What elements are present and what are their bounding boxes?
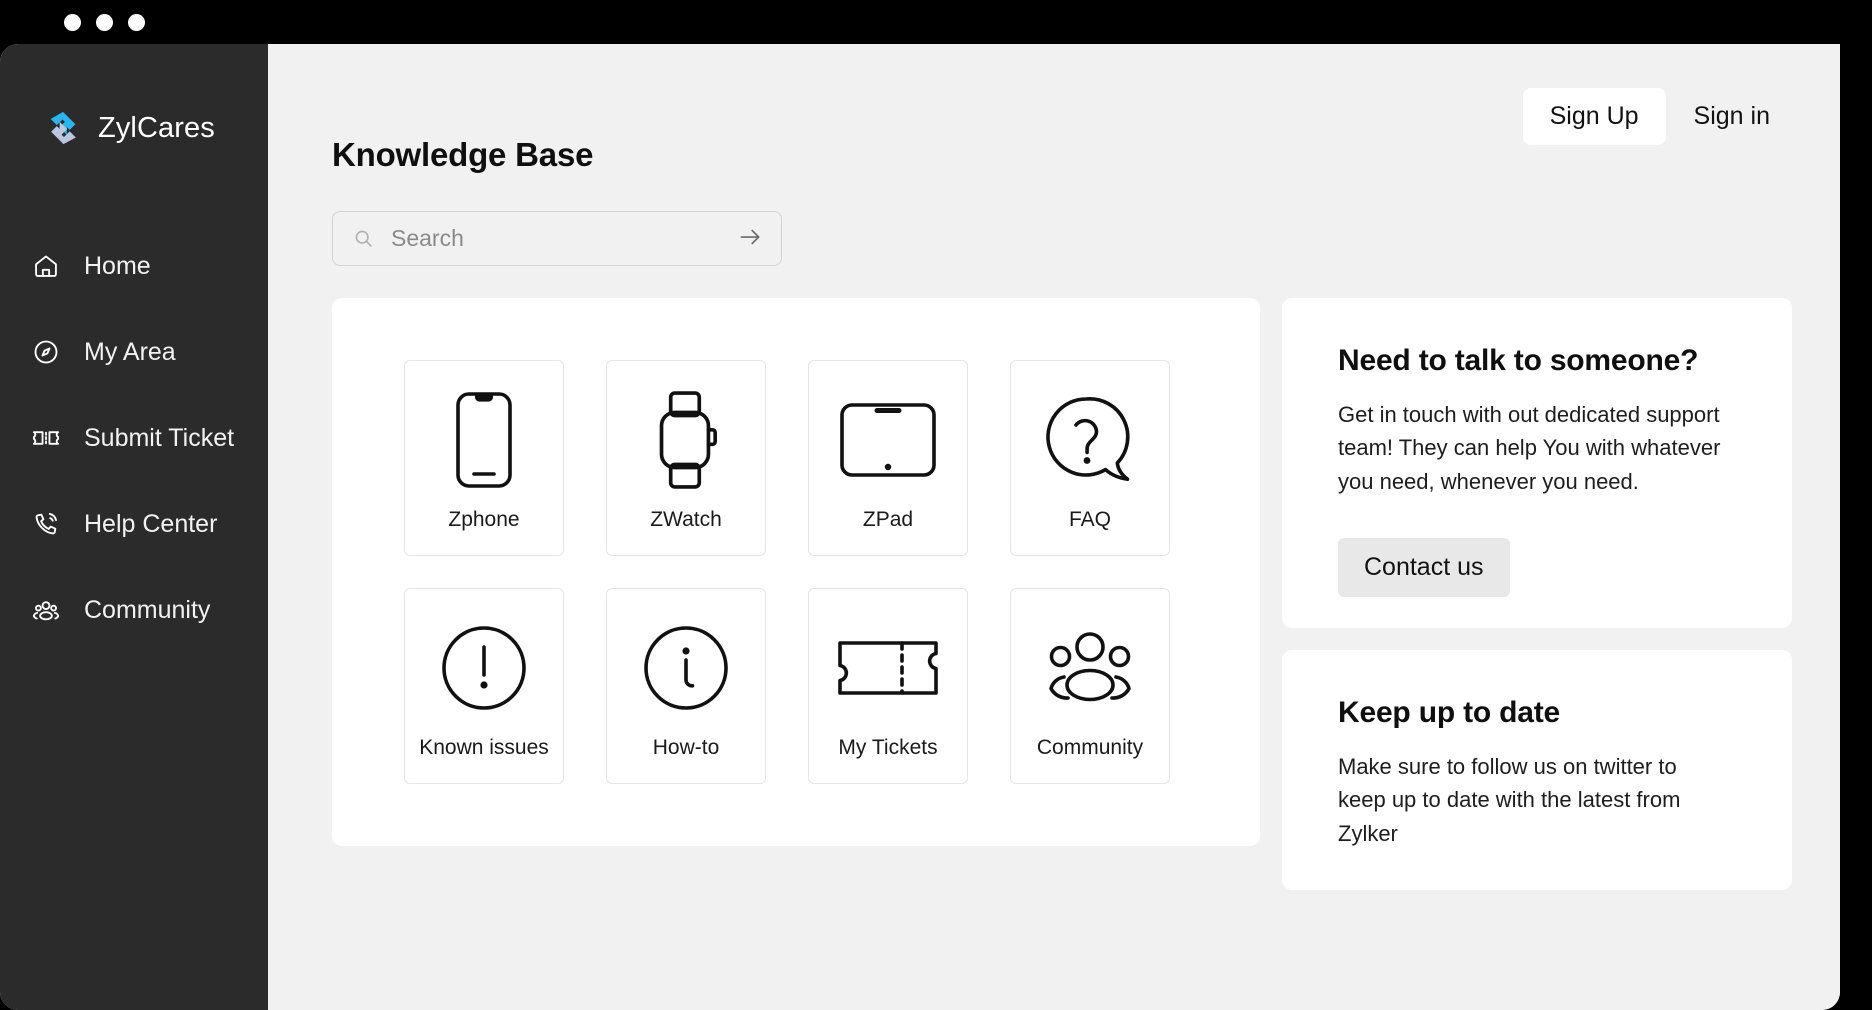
minimize-window-button[interactable] [96,13,113,31]
sidebar-nav: Home My Area Submit Ticket Help Center C… [0,242,268,672]
ticket-icon [30,422,62,454]
category-tile-label: How-to [652,736,720,759]
category-tile-label: ZWatch [650,508,722,531]
compass-icon [30,336,62,368]
category-tile-zwatch[interactable]: ZWatch [606,360,766,556]
question-bubble-icon [1042,384,1138,496]
phone-device-icon [449,384,519,496]
sidebar-item-community[interactable]: Community [0,586,268,634]
tablet-icon [838,384,938,496]
category-tile-how-to[interactable]: How-to [606,588,766,784]
sidebar-item-my-area[interactable]: My Area [0,328,268,376]
sidebar-item-label: Community [84,595,211,624]
magnifier-icon [353,228,374,249]
category-tile-label: My Tickets [838,736,938,759]
home-icon [30,250,62,282]
smartwatch-icon [649,384,723,496]
brand[interactable]: ZylCares [0,44,268,164]
category-tile-known-issues[interactable]: Known issues [404,588,564,784]
people-icon [30,594,62,626]
app-window: ZylCares Home My Area Submit Ticket Help… [0,44,1840,1010]
category-tile-label: Known issues [419,736,549,759]
maximize-window-button[interactable] [128,13,145,31]
category-tile-community[interactable]: Community [1010,588,1170,784]
contact-card-title: Need to talk to someone? [1338,344,1699,377]
contact-us-button[interactable]: Contact us [1338,538,1510,598]
sidebar: ZylCares Home My Area Submit Ticket Help… [0,44,268,1010]
contact-card-body: Get in touch with out dedicated support … [1338,402,1721,494]
phone-call-icon [30,508,62,540]
people-group-icon [1038,612,1142,724]
search-submit-button[interactable] [737,224,763,253]
brand-name: ZylCares [98,111,215,144]
categories-panel: Zphone ZWatch ZPad FAQ Known issues How-… [332,298,1260,846]
sidebar-item-home[interactable]: Home [0,242,268,290]
sign-in-link[interactable]: Sign in [1672,88,1792,145]
category-tile-faq[interactable]: FAQ [1010,360,1170,556]
category-tile-label: FAQ [1068,508,1111,531]
app-frame: ZylCares Home My Area Submit Ticket Help… [0,0,1872,1010]
category-tile-label: Zphone [448,508,520,531]
sidebar-item-help-center[interactable]: Help Center [0,500,268,548]
content-row: Zphone ZWatch ZPad FAQ Known issues How-… [332,298,1792,890]
main-content: Sign Up Sign in Knowledge Base Search Zp… [268,44,1840,1010]
category-tile-my-tickets[interactable]: My Tickets [808,588,968,784]
category-tile-zpad[interactable]: ZPad [808,360,968,556]
page-title: Knowledge Base [332,136,594,173]
top-auth-bar: Sign Up Sign in [1522,88,1792,145]
sidebar-item-label: Home [84,251,151,280]
sidebar-item-label: My Area [84,337,176,366]
category-tile-zphone[interactable]: Zphone [404,360,564,556]
contact-card: Need to talk to someone? Get in touch wi… [1282,298,1792,628]
category-tile-grid: Zphone ZWatch ZPad FAQ Known issues How-… [404,360,1190,784]
search-bar[interactable] [332,211,782,266]
right-column: Need to talk to someone? Get in touch wi… [1282,298,1792,890]
close-window-button[interactable] [64,13,81,31]
info-circle-icon [640,612,732,724]
twitter-card-title: Keep up to date [1338,696,1561,729]
exclamation-circle-icon [438,612,530,724]
zylcares-logo-icon [44,109,82,147]
window-titlebar [40,0,1800,44]
search-input[interactable] [374,225,737,252]
category-tile-label: Community [1036,736,1144,759]
sidebar-item-label: Help Center [84,509,218,538]
twitter-card-body: Make sure to follow us on twitter to kee… [1338,754,1681,846]
sidebar-item-submit-ticket[interactable]: Submit Ticket [0,414,268,462]
keep-up-to-date-card: Keep up to date Make sure to follow us o… [1282,650,1792,890]
sign-up-button[interactable]: Sign Up [1522,88,1666,145]
category-tile-label: ZPad [862,508,914,531]
arrow-right-icon [737,224,763,253]
sidebar-item-label: Submit Ticket [84,423,235,452]
ticket-stub-icon [836,612,940,724]
